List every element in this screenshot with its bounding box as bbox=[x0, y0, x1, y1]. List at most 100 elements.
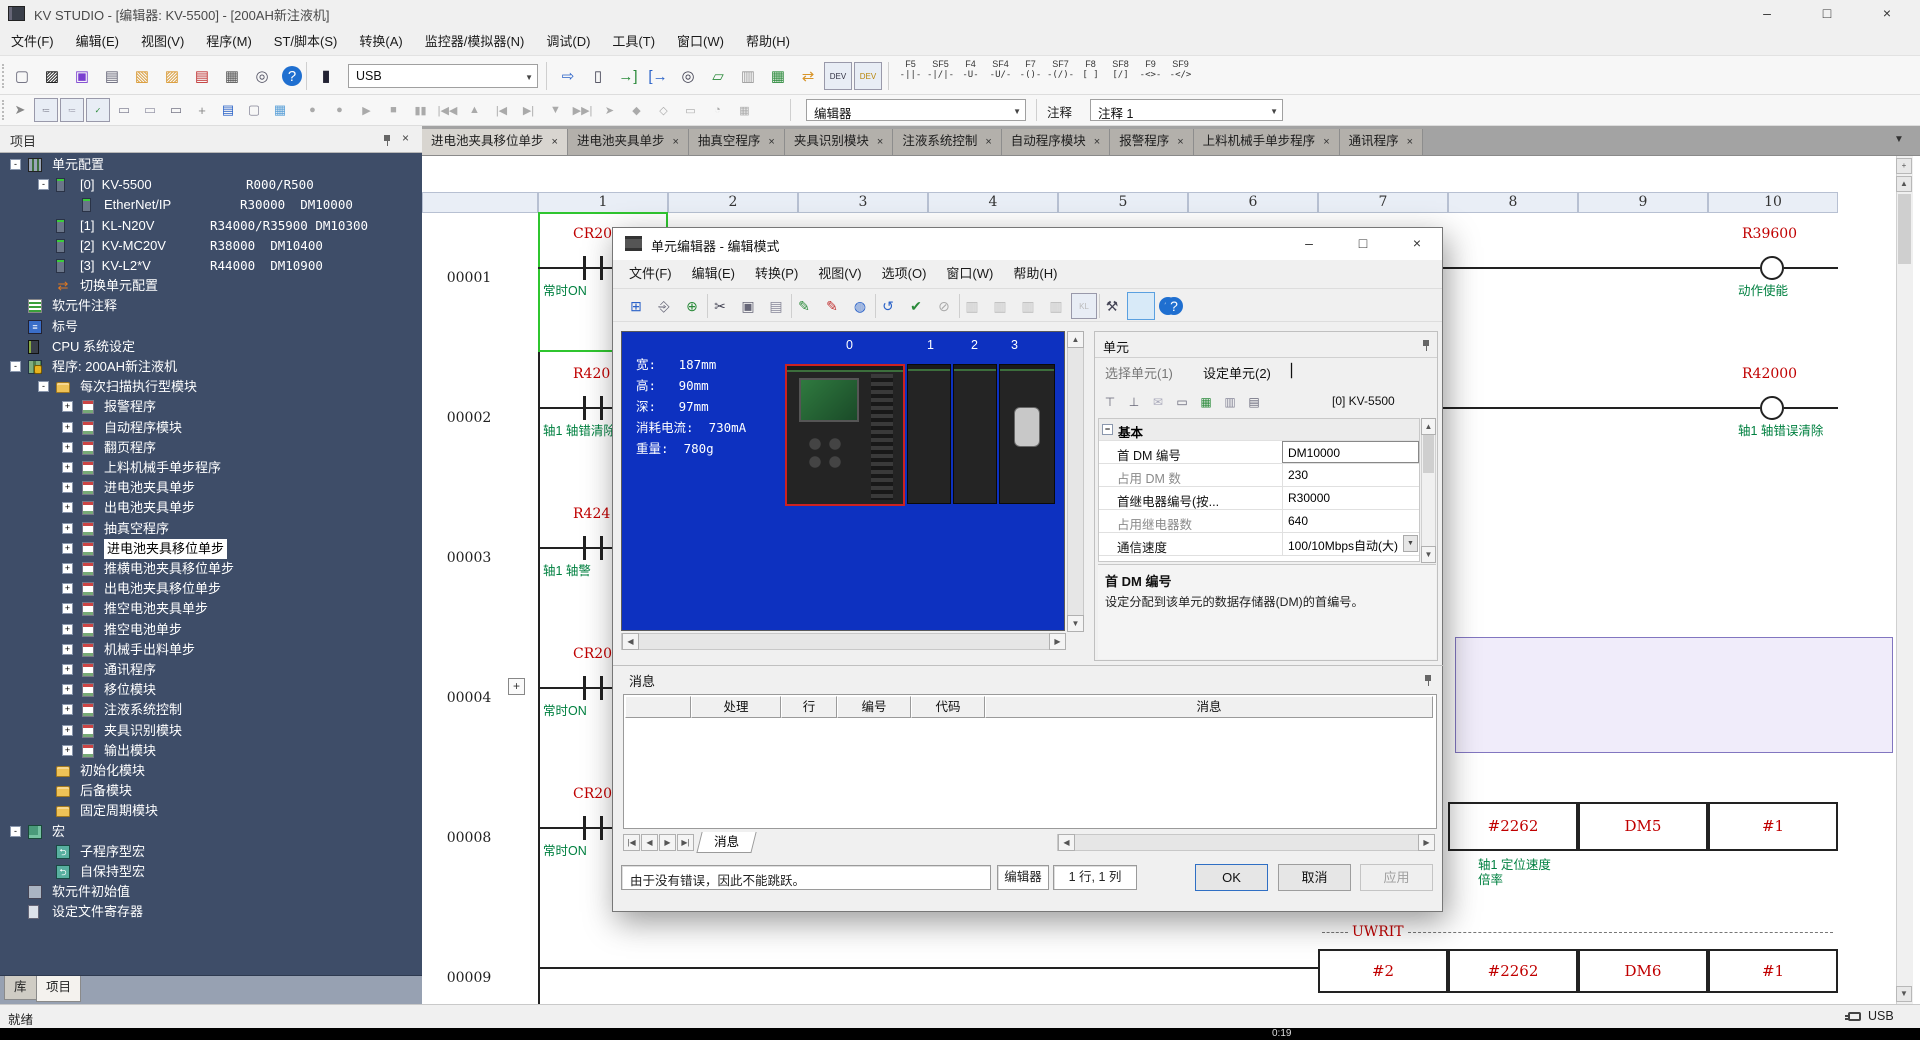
contact-symbol[interactable] bbox=[583, 396, 586, 420]
nav-next-icon[interactable]: ▶ bbox=[659, 834, 676, 851]
fkey-SF7[interactable]: SF7-(/)- bbox=[1046, 59, 1075, 91]
comment-set-selector[interactable]: 注释 1▼ bbox=[1090, 99, 1283, 121]
tree-item[interactable]: +抽真空程序 bbox=[0, 519, 422, 539]
network-icon[interactable]: ◍ bbox=[847, 293, 873, 319]
contact-symbol[interactable] bbox=[583, 536, 586, 560]
step-fwd-icon[interactable]: ▶| bbox=[516, 98, 541, 122]
operand-cell[interactable]: DM6 bbox=[1578, 949, 1708, 993]
tree-item[interactable]: 软元件注释 bbox=[0, 296, 422, 316]
coil-symbol[interactable] bbox=[1760, 396, 1784, 420]
expand-expander-icon[interactable]: + bbox=[62, 482, 73, 493]
coil-symbol[interactable] bbox=[1760, 256, 1784, 280]
unit-add-icon[interactable]: ⊕ bbox=[679, 293, 705, 319]
plc-to-pc-icon[interactable]: ▯ bbox=[584, 62, 612, 90]
tree-item[interactable]: -[0] KV-5500R000/R500 bbox=[0, 175, 422, 195]
message-column-处理[interactable]: 处理 bbox=[691, 696, 781, 718]
expand-expander-icon[interactable]: + bbox=[62, 462, 73, 473]
tree-item[interactable]: -宏 bbox=[0, 822, 422, 842]
pin-icon[interactable] bbox=[1421, 339, 1431, 351]
scroll-down-icon[interactable]: ▼ bbox=[1067, 615, 1084, 632]
tree-item[interactable]: 软元件初始值 bbox=[0, 882, 422, 902]
fkey-F9[interactable]: F9-<>- bbox=[1136, 59, 1165, 91]
monitor-in-icon[interactable]: →] bbox=[614, 62, 642, 90]
window-2-icon[interactable]: ▭ bbox=[138, 98, 162, 122]
save-project-icon[interactable]: ▣ bbox=[68, 62, 96, 90]
menu-视图(V)[interactable]: 视图(V) bbox=[130, 28, 195, 55]
scroll-down-icon[interactable]: ▼ bbox=[1896, 986, 1912, 1002]
close-tab-icon[interactable]: × bbox=[877, 136, 883, 148]
tree-item[interactable]: -每次扫描执行型模块 bbox=[0, 377, 422, 397]
tree-item[interactable]: [2] KV-MC20VR38000 DM10400 bbox=[0, 236, 422, 256]
message-tab[interactable]: 消息 bbox=[696, 832, 756, 853]
dialog-menu-视图(V)[interactable]: 视图(V) bbox=[808, 260, 871, 288]
dev-1-icon[interactable]: DEV bbox=[824, 62, 852, 90]
menu-程序(M)[interactable]: 程序(M) bbox=[195, 28, 263, 55]
scroll-down-icon[interactable]: ▼ bbox=[1421, 546, 1436, 563]
expand-expander-icon[interactable]: + bbox=[62, 442, 73, 453]
collapse-tree-icon[interactable]: ⊥ bbox=[1123, 391, 1145, 413]
find-monitor-icon[interactable]: ◎ bbox=[674, 62, 702, 90]
tree-item[interactable]: +上料机械手单步程序 bbox=[0, 458, 422, 478]
monitor-out-icon[interactable]: [→ bbox=[644, 62, 672, 90]
tree-item[interactable]: ⇄切换单元配置 bbox=[0, 276, 422, 296]
cut-icon[interactable]: ✂ bbox=[707, 293, 733, 319]
swap-hm-icon[interactable]: ⇄ bbox=[794, 62, 822, 90]
tab-报警程序[interactable]: 报警程序× bbox=[1110, 129, 1193, 155]
tree-item[interactable]: +移位模块 bbox=[0, 680, 422, 700]
record-1-icon[interactable]: ● bbox=[300, 98, 325, 122]
view-4-icon[interactable]: ▤ bbox=[1243, 391, 1265, 413]
message-column-编号[interactable]: 编号 bbox=[837, 696, 911, 718]
unit-g2-icon[interactable]: ▥ bbox=[987, 293, 1013, 319]
cancel-button[interactable]: 取消 bbox=[1278, 864, 1351, 891]
view-3-icon[interactable]: ▥ bbox=[1219, 391, 1241, 413]
expand-expander-icon[interactable]: + bbox=[62, 422, 73, 433]
mail-icon[interactable]: ✉ bbox=[1147, 391, 1169, 413]
tab-注液系统控制[interactable]: 注液系统控制× bbox=[893, 129, 1001, 155]
step-first-icon[interactable]: |◀◀ bbox=[435, 98, 460, 122]
dialog-menu-编辑(E)[interactable]: 编辑(E) bbox=[682, 260, 745, 288]
pc-to-plc-icon[interactable]: ⇨ bbox=[554, 62, 582, 90]
tab-夹具识别模块[interactable]: 夹具识别模块× bbox=[785, 129, 893, 155]
pin-icon[interactable] bbox=[382, 134, 392, 146]
expand-expander-icon[interactable]: + bbox=[62, 523, 73, 534]
tree-item[interactable]: +翻页程序 bbox=[0, 438, 422, 458]
help-icon[interactable]: ? bbox=[1165, 297, 1183, 315]
clock-icon[interactable]: ◔ bbox=[705, 98, 730, 122]
preview-vscrollbar[interactable]: ▲ ▼ bbox=[1067, 331, 1084, 631]
new-file-icon[interactable]: ▢ bbox=[8, 62, 36, 90]
operand-cell[interactable]: #1 bbox=[1708, 949, 1838, 993]
tab-通讯程序[interactable]: 通讯程序× bbox=[1340, 129, 1423, 155]
dialog-menu-转换(P)[interactable]: 转换(P) bbox=[745, 260, 808, 288]
align-center-icon[interactable]: + bbox=[190, 98, 214, 122]
message-column-行[interactable]: 行 bbox=[781, 696, 837, 718]
property-value[interactable]: R30000 bbox=[1282, 487, 1419, 509]
chevron-down-icon[interactable]: ▼ bbox=[525, 73, 533, 82]
page-new-icon[interactable]: ▢ bbox=[242, 98, 266, 122]
preview-hscrollbar[interactable]: ◀ ▶ bbox=[621, 633, 1065, 650]
unit-kv5500[interactable] bbox=[785, 364, 905, 506]
simulator-icon[interactable]: ▥ bbox=[734, 62, 762, 90]
hand-icon[interactable]: ◇ bbox=[651, 98, 676, 122]
unit-eject-icon[interactable]: ⎆ bbox=[651, 293, 677, 319]
device-check-icon[interactable]: ✓ bbox=[86, 98, 110, 122]
edit-check-icon[interactable]: ✎ bbox=[819, 293, 845, 319]
scroll-up-icon[interactable]: ▲ bbox=[1896, 176, 1912, 192]
message-column-消息[interactable]: 消息 bbox=[985, 696, 1433, 718]
delete-ladder-icon[interactable]: ▤ bbox=[188, 62, 216, 90]
tab-project[interactable]: 项目 bbox=[36, 976, 81, 1002]
menu-ST/脚本(S)[interactable]: ST/脚本(S) bbox=[263, 28, 349, 55]
tab-进电池夹具单步[interactable]: 进电池夹具单步× bbox=[568, 129, 689, 155]
menu-窗口(W)[interactable]: 窗口(W) bbox=[666, 28, 735, 55]
menu-文件(F)[interactable]: 文件(F) bbox=[0, 28, 65, 55]
unit-insert-icon[interactable]: ⊞ bbox=[623, 293, 649, 319]
close-tab-icon[interactable]: × bbox=[768, 136, 774, 148]
tree-item[interactable]: +推横电池夹具移位单步 bbox=[0, 559, 422, 579]
expand-expander-icon[interactable]: + bbox=[62, 745, 73, 756]
device-list-2-icon[interactable]: ≔ bbox=[60, 98, 84, 122]
open-project-icon[interactable]: ▨ bbox=[38, 62, 66, 90]
fkey-F5[interactable]: F5-||- bbox=[896, 59, 925, 91]
dev-2-icon[interactable]: DEV bbox=[854, 62, 882, 90]
collapse-expander-icon[interactable]: − bbox=[1102, 424, 1113, 435]
branch-expand-icon[interactable]: + bbox=[508, 678, 525, 695]
step-back-icon[interactable]: |◀ bbox=[489, 98, 514, 122]
